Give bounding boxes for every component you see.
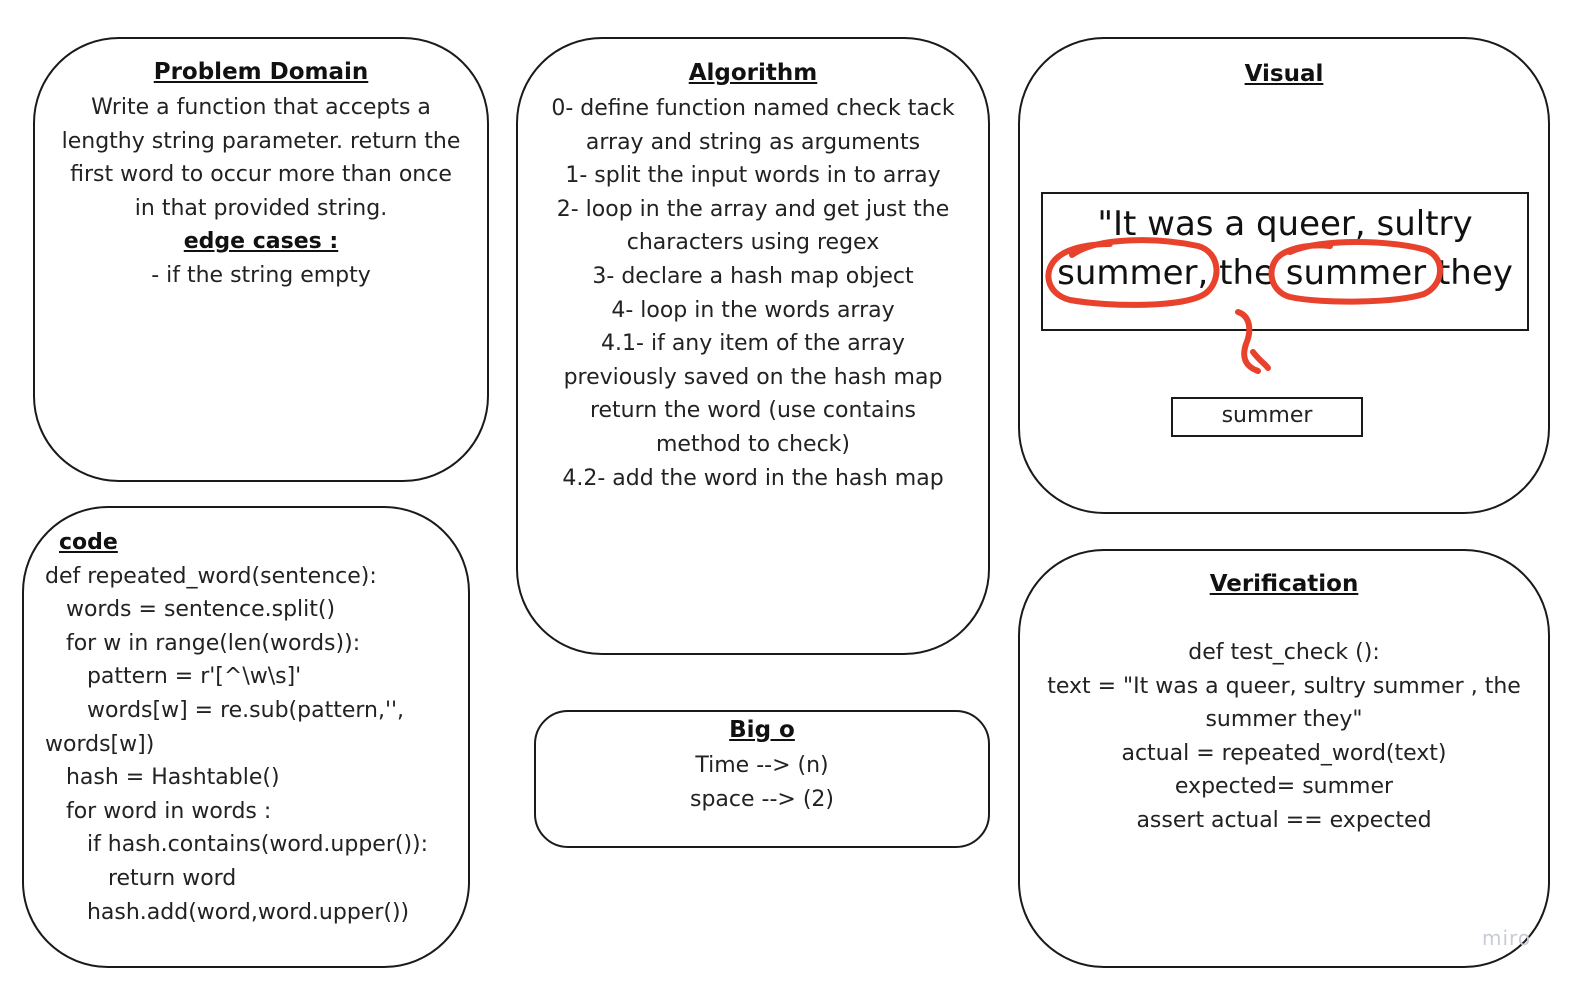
visual-card: Visual "It was a queer, sultry summer, t… <box>1018 37 1550 514</box>
algorithm-step: return the word (use contains <box>589 398 917 424</box>
verification-line: assert actual == expected <box>1136 807 1432 833</box>
code-line: hash = Hashtable() <box>45 765 280 791</box>
code-line: if hash.contains(word.upper()): <box>45 832 429 858</box>
verification-line: summer they" <box>1205 707 1363 733</box>
algorithm-step: 0- define function named check tack <box>551 96 955 121</box>
code-title: code <box>59 530 118 555</box>
miro-watermark: miro <box>1482 926 1532 950</box>
problem-domain-title: Problem Domain <box>153 59 369 85</box>
code-line: pattern = r'[^\w\s]' <box>45 664 302 690</box>
problem-line: lengthy string parameter. return the <box>61 128 461 154</box>
code-block: code def repeated_word(sentence): words … <box>45 526 428 929</box>
sentence-box: "It was a queer, sultry summer, the summ… <box>1041 192 1529 331</box>
big-o-line: Time --> (n) <box>695 753 829 778</box>
algorithm-card: Algorithm 0- define function named check… <box>516 37 990 655</box>
verification-lines: def test_check (): text = "It was a quee… <box>1020 636 1548 838</box>
problem-domain-card: Problem Domain Write a function that acc… <box>33 37 489 482</box>
algorithm-step: previously saved on the hash map <box>563 364 943 390</box>
verification-line: actual = repeated_word(text) <box>1121 740 1447 766</box>
code-line: for word in words : <box>45 798 272 824</box>
algorithm-title: Algorithm <box>688 60 818 86</box>
code-line: def repeated_word(sentence): <box>45 563 377 589</box>
visual-title: Visual <box>1244 61 1324 87</box>
answer-box: summer <box>1171 397 1363 437</box>
algorithm-step: 4- loop in the words array <box>611 297 895 323</box>
algorithm-step: 4.2- add the word in the hash map <box>562 465 944 491</box>
problem-line: in that provided string. <box>134 195 388 221</box>
sentence-line: summer, the summer they <box>1057 253 1513 293</box>
algorithm-step: method to check) <box>655 431 851 457</box>
algorithm-step: characters using regex <box>626 230 880 256</box>
edge-case-line: - if the string empty <box>151 262 371 288</box>
verification-title: Verification <box>1209 571 1359 597</box>
algorithm-step: array and string as arguments <box>585 129 921 155</box>
verification-line: text = "It was a queer, sultry summer , … <box>1047 673 1521 699</box>
problem-line: Write a function that accepts a <box>91 95 431 120</box>
sentence-line: "It was a queer, sultry <box>1097 204 1473 244</box>
code-line: words[w] = re.sub(pattern,'', <box>45 697 405 723</box>
verification-line: expected= summer <box>1174 774 1394 800</box>
edge-cases-title: edge cases : <box>183 229 339 255</box>
problem-domain-text: Write a function that accepts a lengthy … <box>35 91 487 293</box>
code-line: words[w]) <box>45 731 155 757</box>
answer-text: summer <box>1221 403 1313 428</box>
problem-line: first word to occur more than once <box>70 162 452 188</box>
big-o-line: space --> (2) <box>690 786 834 812</box>
code-line: hash.add(word,word.upper()) <box>45 899 410 925</box>
algorithm-step: 1- split the input words in to array <box>565 163 941 189</box>
code-line: for w in range(len(words)): <box>45 630 361 656</box>
code-line: words = sentence.split() <box>45 597 336 623</box>
algorithm-step: 4.1- if any item of the array <box>601 331 905 357</box>
code-card: code def repeated_word(sentence): words … <box>22 506 470 968</box>
big-o-card: Big o Time --> (n) space --> (2) <box>534 710 990 848</box>
algorithm-step: 3- declare a hash map object <box>592 263 914 289</box>
verification-line: def test_check (): <box>1188 640 1380 665</box>
big-o-lines: Time --> (n) space --> (2) <box>536 749 988 816</box>
algorithm-steps: 0- define function named check tack arra… <box>518 92 988 495</box>
verification-card: Verification def test_check (): text = "… <box>1018 549 1550 968</box>
big-o-title: Big o <box>729 717 795 743</box>
algorithm-step: 2- loop in the array and get just the <box>556 196 950 222</box>
code-line: return word <box>45 865 237 891</box>
sentence-text: "It was a queer, sultry summer, the summ… <box>1043 200 1527 298</box>
